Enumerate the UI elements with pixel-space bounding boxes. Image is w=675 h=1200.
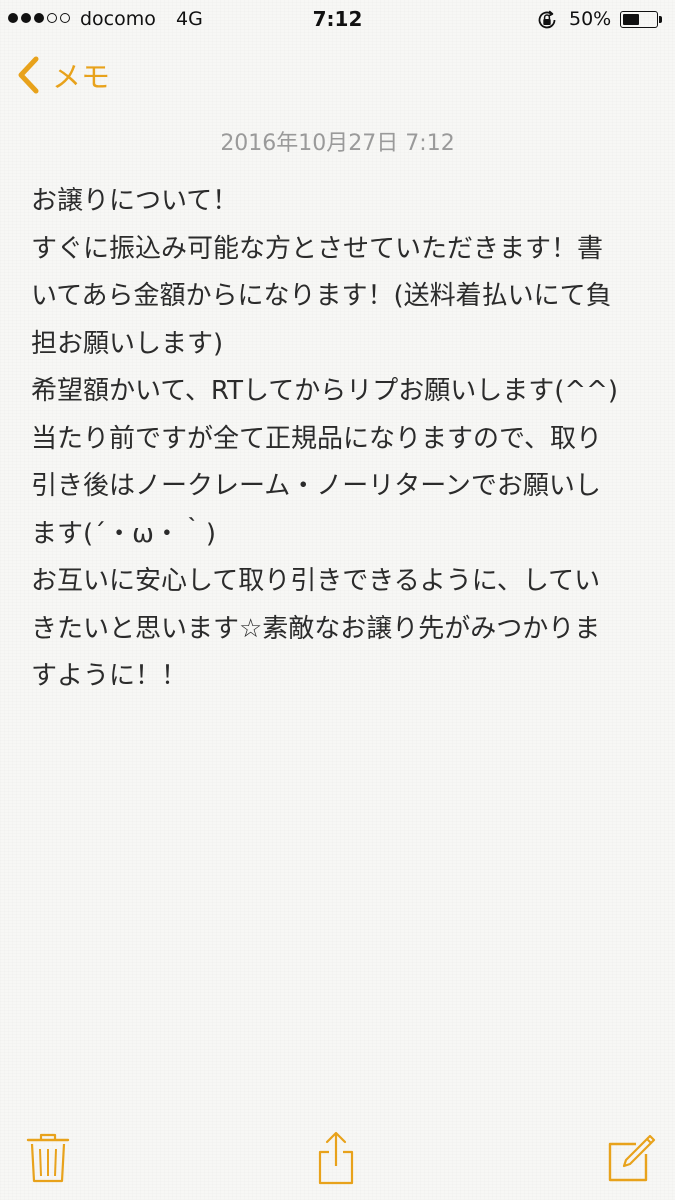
note-line: お譲りについて！: [31, 186, 239, 216]
delete-button[interactable]: [26, 1132, 70, 1184]
rotation-lock-icon: [536, 9, 558, 31]
trash-icon: [26, 1133, 70, 1183]
compose-button[interactable]: [606, 1134, 656, 1184]
note-line: ます(´・ω・｀): [31, 518, 217, 549]
note-line: すぐに振込み可能な方とさせていただきます！書: [31, 233, 604, 264]
share-icon: [318, 1131, 354, 1185]
compose-icon: [608, 1134, 656, 1182]
share-button[interactable]: [314, 1130, 358, 1186]
note-line: いてあら金額からになります！(送料着払いにて負: [31, 281, 612, 311]
battery-percentage: 50%: [569, 8, 612, 30]
note-line: 引き後はノークレーム・ノーリターンでお願いし: [31, 471, 601, 501]
status-bar: docomo 4G 7:12 50%: [0, 0, 675, 40]
note-line: お互いに安心して取り引きできるように、してい: [31, 566, 601, 596]
note-line: 希望額かいて、RTしてからリプお願いします(^^): [31, 376, 619, 406]
note-body[interactable]: お譲りについて！ すぐに振込み可能な方とさせていただきます！書 いてあら金額から…: [31, 178, 646, 701]
battery-icon: [620, 11, 658, 28]
chevron-left-icon: [18, 56, 39, 94]
note-line: すように！！: [31, 661, 188, 691]
note-line: きたいと思います☆素敵なお譲り先がみつかりま: [31, 613, 601, 644]
back-button[interactable]: メモ: [16, 55, 110, 95]
back-button-label: メモ: [52, 60, 111, 94]
note-line: 当たり前ですが全て正規品になりますので、取り: [31, 423, 602, 454]
note-date: 2016年10月27日 7:12: [220, 131, 455, 156]
battery-tip: [659, 16, 662, 23]
battery-level-fill: [623, 14, 639, 25]
note-line: 担お願いします): [31, 328, 224, 359]
